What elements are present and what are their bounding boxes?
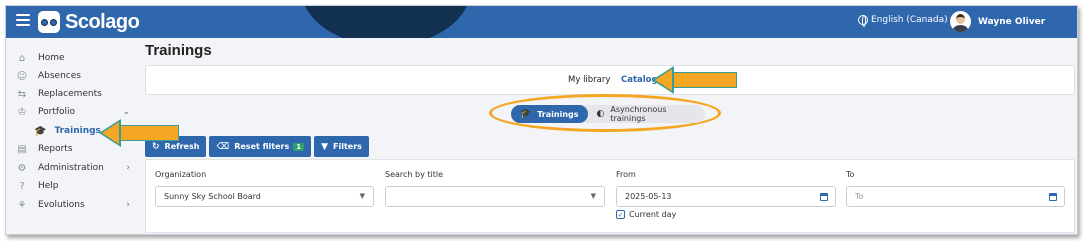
annotation-arrow-trainings xyxy=(99,119,179,147)
eraser-icon: ⌫ xyxy=(216,141,230,152)
calendar-icon[interactable] xyxy=(820,193,828,201)
swap-icon: ⇆ xyxy=(17,88,27,100)
toggle-asynchronous-trainings[interactable]: ◐ Asynchronous trainings xyxy=(588,105,705,123)
toggle-label: Asynchronous trainings xyxy=(610,105,667,123)
sidebar-item-evolutions[interactable]: ⚘ Evolutions › xyxy=(16,198,134,212)
gear-icon: ⚙ xyxy=(17,162,27,174)
caret-down-icon: ▼ xyxy=(590,192,596,200)
action-buttons: ↻ Refresh ⌫ Reset filters 1 ▼ Filters xyxy=(145,136,372,157)
sidebar-item-administration[interactable]: ⚙ Administration › xyxy=(16,161,134,175)
sidebar-item-help[interactable]: ? Help xyxy=(16,179,134,193)
user-absence-icon: ☺ xyxy=(16,70,28,82)
sidebar-item-label: Administration xyxy=(38,163,104,173)
graduation-cap-icon: 🎓 xyxy=(34,125,47,137)
tab-bar: My library Catalog xyxy=(145,65,1075,95)
caret-down-icon: ▼ xyxy=(359,192,365,200)
page-title: Trainings xyxy=(145,42,212,59)
report-icon: ▤ xyxy=(17,143,27,155)
toggle-label: Trainings xyxy=(537,109,579,119)
current-day-checkbox[interactable]: ✓ Current day xyxy=(616,210,676,219)
funnel-icon: ▼ xyxy=(321,141,328,152)
graduation-cap-icon: 🎓 xyxy=(520,109,532,119)
from-date-value: 2025-05-13 xyxy=(625,192,672,201)
sprout-icon: ⚘ xyxy=(17,199,27,211)
sidebar-item-trainings[interactable]: 🎓 Trainings xyxy=(34,124,101,138)
header-decoration xyxy=(301,6,471,38)
trophy-icon: ♔ xyxy=(17,106,27,118)
to-label: To xyxy=(846,170,855,179)
sidebar-item-label: Trainings xyxy=(54,126,101,136)
sidebar-item-label: Evolutions xyxy=(38,200,85,210)
user-menu[interactable]: Wayne Oliver xyxy=(950,11,1045,32)
sidebar-item-portfolio[interactable]: ♔ Portfolio ⌄ xyxy=(16,105,134,119)
logo[interactable]: Scolago xyxy=(38,9,140,35)
avatar xyxy=(950,11,971,32)
to-date-placeholder: To xyxy=(855,192,864,201)
brand-name: Scolago xyxy=(65,10,140,33)
organization-value: Sunny Sky School Board xyxy=(164,192,261,201)
globe-icon xyxy=(858,15,868,27)
filters-panel: Organization Sunny Sky School Board ▼ Se… xyxy=(145,159,1075,233)
training-type-toggle: 🎓 Trainings ◐ Asynchronous trainings xyxy=(511,105,705,123)
from-label: From xyxy=(616,170,636,179)
sidebar-item-replacements[interactable]: ⇆ Replacements xyxy=(16,87,134,101)
async-globe-icon: ◐ xyxy=(596,109,605,119)
owl-logo-icon xyxy=(38,11,60,33)
sidebar-item-label: Absences xyxy=(38,71,81,81)
sidebar-item-label: Reports xyxy=(38,144,73,154)
language-selector[interactable]: English (Canada) xyxy=(858,15,948,27)
chevron-down-icon: ⌄ xyxy=(122,107,130,117)
chevron-right-icon: › xyxy=(126,200,130,210)
sidebar-item-label: Portfolio xyxy=(38,107,76,117)
from-date-input[interactable]: 2025-05-13 xyxy=(616,186,836,207)
toggle-trainings[interactable]: 🎓 Trainings xyxy=(511,105,588,123)
top-bar: Scolago English (Canada) Wayne Oliver xyxy=(6,6,1077,38)
to-date-input[interactable]: To xyxy=(846,186,1065,207)
sidebar-item-label: Replacements xyxy=(38,89,102,99)
tab-my-library[interactable]: My library xyxy=(568,75,610,85)
hamburger-menu-icon[interactable] xyxy=(16,14,30,28)
button-label: Reset filters xyxy=(234,142,290,151)
annotation-arrow-catalog xyxy=(652,66,737,94)
user-name: Wayne Oliver xyxy=(978,16,1046,27)
organization-label: Organization xyxy=(155,170,207,179)
current-day-label: Current day xyxy=(629,210,677,219)
question-icon: ? xyxy=(19,180,25,192)
sidebar-item-home[interactable]: ⌂ Home xyxy=(16,51,134,65)
organization-select[interactable]: Sunny Sky School Board ▼ xyxy=(155,186,374,207)
button-label: Filters xyxy=(333,142,362,151)
sidebar-item-absences[interactable]: ☺ Absences xyxy=(16,69,134,83)
reset-count-badge: 1 xyxy=(293,142,305,151)
search-title-select[interactable]: ▼ xyxy=(385,186,605,207)
calendar-icon[interactable] xyxy=(1049,193,1057,201)
app-window: Scolago English (Canada) Wayne Oliver ⌂ … xyxy=(5,5,1078,235)
sidebar-item-label: Help xyxy=(38,181,59,191)
search-title-label: Search by title xyxy=(385,170,444,179)
checkbox-checked-icon: ✓ xyxy=(616,210,625,219)
reset-filters-button[interactable]: ⌫ Reset filters 1 xyxy=(209,136,312,157)
sidebar-item-label: Home xyxy=(38,53,65,63)
chevron-right-icon: › xyxy=(126,163,130,173)
home-icon: ⌂ xyxy=(18,52,26,64)
language-label: English (Canada) xyxy=(871,15,948,25)
filters-button[interactable]: ▼ Filters xyxy=(314,136,369,157)
